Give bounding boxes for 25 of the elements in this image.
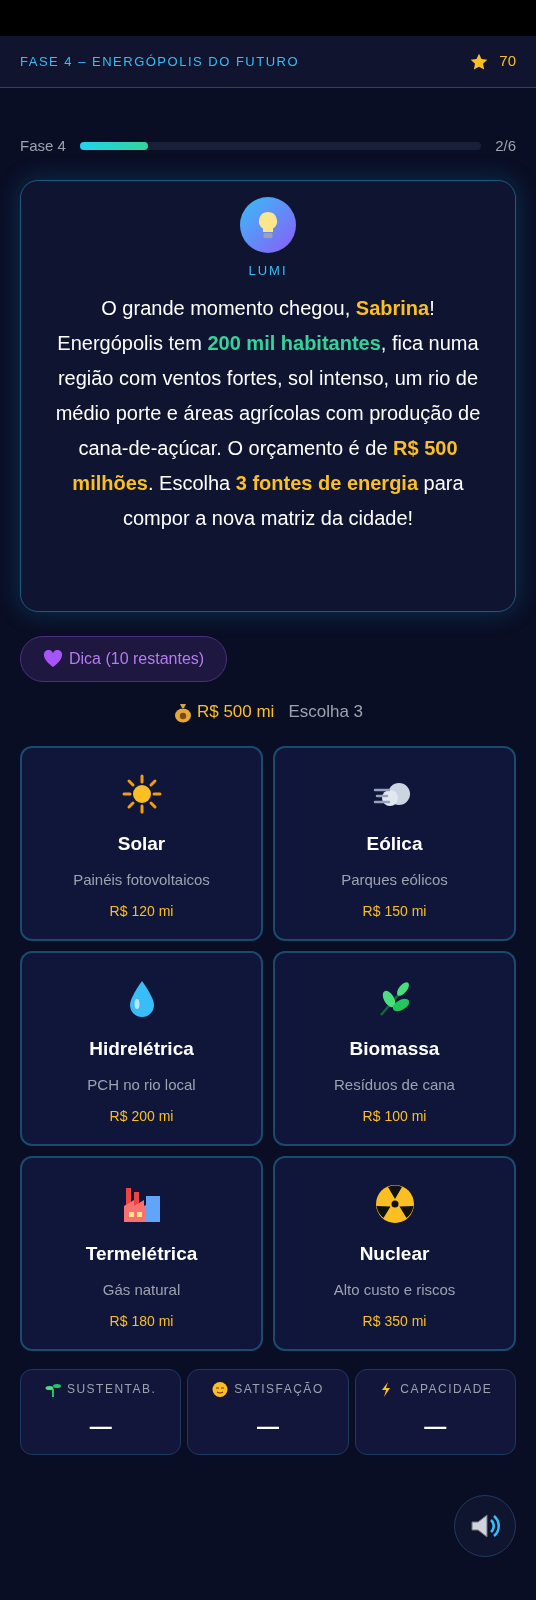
stat-value: —: [424, 1413, 447, 1441]
phase-title: FASE 4 – ENERGÓPOLIS DO FUTURO: [20, 52, 300, 71]
heart-icon: [43, 650, 63, 668]
choose-instruction: Escolha 3: [288, 701, 364, 724]
stat-value: —: [257, 1413, 279, 1441]
energy-option-card[interactable]: Nuclear Alto custo e riscos R$ 350 mi: [273, 1156, 516, 1351]
energy-option-card[interactable]: Biomassa Resíduos de cana R$ 100 mi: [273, 951, 516, 1146]
energy-option-card[interactable]: Solar Painéis fotovoltaicos R$ 120 mi: [20, 746, 263, 941]
stat-label: CAPACIDADE: [400, 1381, 493, 1398]
hint-button[interactable]: Dica (10 restantes): [20, 636, 228, 682]
progress-reading: 2/6: [495, 135, 516, 156]
energy-option-card[interactable]: Termelétrica Gás natural R$ 180 mi: [20, 1156, 263, 1351]
progress-label: Fase 4: [20, 135, 66, 156]
lightbulb-icon: [240, 197, 296, 253]
stat-label: SUSTENTAB.: [66, 1381, 157, 1398]
stat-label: SATISFAÇÃO: [234, 1381, 324, 1398]
stat-value: —: [89, 1413, 112, 1441]
smiley-icon: [212, 1380, 229, 1398]
energy-option-card[interactable]: Eólica Parques eólicos R$ 150 mi: [273, 746, 516, 941]
money-bag-icon: [172, 701, 193, 723]
budget-amount: R$ 500 mi: [196, 701, 275, 724]
assistant-message: O grande momento chegou, Sabrina! Energópolis tem 200 mil habitantes, fica numa região com ventos fortes, sol intenso, um rio de médio porte e áreas agrícolas com produção de cana-de-açúcar. O orçamento é de R$ 500 milhões. Escolha 3 fontes de energia para compor a nova matriz da cidade!: [54, 295, 482, 531]
energy-option-card[interactable]: Hidrelétrica PCH no rio local R$ 200 mi: [20, 951, 263, 1146]
score: 70: [499, 51, 516, 72]
assistant-name: LUMI: [248, 262, 288, 280]
